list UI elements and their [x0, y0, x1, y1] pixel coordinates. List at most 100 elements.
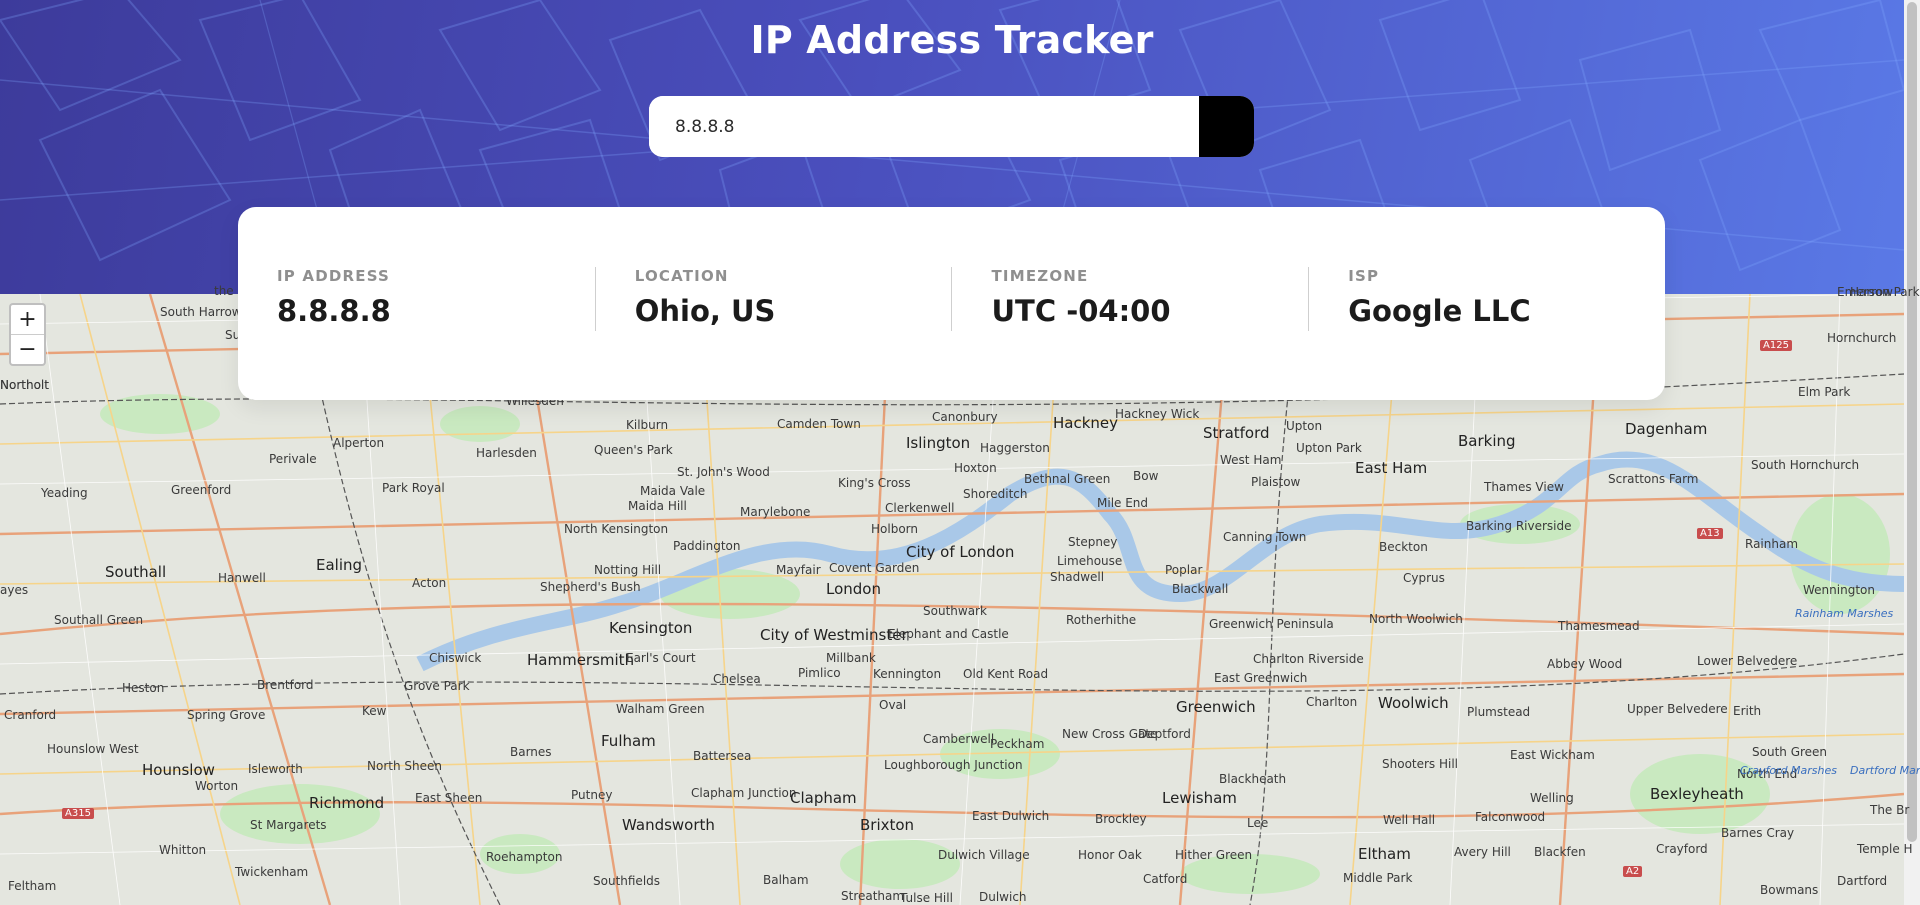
- map-place-label: Barking Riverside: [1466, 519, 1572, 533]
- search-submit-button[interactable]: [1199, 96, 1254, 157]
- map-place-label: Wennington: [1803, 583, 1875, 597]
- map-place-label: Haggerston: [980, 441, 1050, 455]
- map-place-label: Eltham: [1358, 845, 1411, 863]
- map-place-label: Honor Oak: [1078, 848, 1142, 862]
- map-place-label: Greenwich: [1176, 698, 1256, 716]
- road-number-label: A315: [62, 808, 94, 819]
- map-place-label: Woolwich: [1378, 694, 1449, 712]
- map-place-label: Southall Green: [54, 613, 144, 627]
- map-place-label: St. John's Wood: [677, 465, 770, 479]
- map-place-label: Feltham: [8, 879, 57, 893]
- map-place-label: East Sheen: [415, 791, 483, 805]
- map-place-label: Bow: [1133, 469, 1159, 483]
- map-place-label: Upper Belvedere: [1627, 702, 1728, 716]
- map-place-label: Catford: [1143, 872, 1188, 886]
- map-place-label: Thames View: [1484, 480, 1564, 494]
- ip-search-form: [649, 96, 1254, 157]
- map-place-label: Dartford: [1837, 874, 1888, 888]
- map-place-label: Millbank: [826, 651, 876, 665]
- map-place-label: Mile End: [1097, 496, 1149, 510]
- map-place-label: Blackheath: [1219, 772, 1287, 786]
- map-place-label: Balham: [763, 873, 809, 887]
- map-place-label: Barnes Cray: [1721, 826, 1795, 840]
- map-place-label: South Hornchurch: [1751, 458, 1860, 472]
- map-place-label: Canning Town: [1223, 530, 1307, 544]
- isp-label: ISP: [1348, 267, 1380, 285]
- map-place-label: Blackfen: [1534, 845, 1586, 859]
- map-place-label: Northolt: [0, 378, 49, 392]
- map-place-label: South Green: [1752, 745, 1828, 759]
- map-place-label: Hounslow: [142, 761, 215, 779]
- map-place-label: Oval: [879, 698, 907, 712]
- map-place-label: Bethnal Green: [1024, 472, 1111, 486]
- location-label: LOCATION: [634, 267, 729, 285]
- map-place-label: Heston: [122, 681, 165, 695]
- map-place-label: Perivale: [269, 452, 317, 466]
- map-place-label: Queen's Park: [594, 443, 673, 457]
- location-section: LOCATION Ohio, US: [594, 267, 952, 331]
- zoom-out-button[interactable]: −: [11, 334, 44, 364]
- isp-section: ISP Google LLC: [1308, 267, 1665, 331]
- map-place-label: Southfields: [593, 874, 661, 888]
- map-place-label: Cyprus: [1403, 571, 1445, 585]
- map-place-label: Well Hall: [1383, 813, 1436, 827]
- scrollbar-thumb[interactable]: [1907, 2, 1917, 842]
- map-place-label: Avery Hill: [1454, 845, 1511, 859]
- map-place-label: Hackney: [1053, 414, 1119, 432]
- map-place-label: Park Royal: [382, 481, 445, 495]
- map-place-label: Charlton Riverside: [1253, 652, 1364, 666]
- map-place-label: Clapham Junction: [691, 786, 797, 800]
- map-place-label: Thamesmead: [1558, 619, 1640, 633]
- map-place-label: Beckton: [1379, 540, 1428, 554]
- map-place-label: London: [826, 580, 881, 598]
- map-place-label: Richmond: [309, 794, 385, 812]
- zoom-in-button[interactable]: +: [11, 305, 44, 334]
- ip-address-label: IP ADDRESS: [277, 267, 391, 285]
- map-place-label: Kennington: [873, 667, 942, 681]
- map-place-label: Upton Park: [1296, 441, 1362, 455]
- chevron-right-icon: [649, 96, 1254, 157]
- map-place-label: Acton: [412, 576, 447, 590]
- map-place-label: Crayford: [1656, 842, 1708, 856]
- map-place-label: Canonbury: [932, 410, 998, 424]
- map-place-label: Crayford Marshes: [1740, 764, 1838, 777]
- map-place-label: East Wickham: [1510, 748, 1595, 762]
- map-place-label: Clerkenwell: [885, 501, 955, 515]
- map-place-label: Temple H: [1857, 842, 1913, 856]
- map-place-label: Whitton: [159, 843, 207, 857]
- map-place-label: East Dulwich: [972, 809, 1050, 823]
- timezone-label: TIMEZONE: [991, 267, 1089, 285]
- map-place-label: Paddington: [673, 539, 741, 553]
- map-place-label: West Ham: [1220, 453, 1282, 467]
- map-place-label: Hackney Wick: [1115, 407, 1200, 421]
- map-place-label: Holborn: [871, 522, 918, 536]
- map-place-label: Loughborough Junction: [884, 758, 1023, 772]
- map-place-label: Hanwell: [218, 571, 266, 585]
- map-place-label: Chelsea: [713, 672, 761, 686]
- map-place-label: Streatham: [841, 889, 905, 903]
- map-place-label: Shadwell: [1050, 570, 1105, 584]
- map-place-label: Maida Hill: [628, 499, 687, 513]
- map-place-label: Hammersmith: [527, 651, 635, 669]
- map-place-label: King's Cross: [838, 476, 911, 490]
- map-place-label: Middle Park: [1343, 871, 1413, 885]
- map-place-label: Brixton: [860, 816, 915, 834]
- map-place-label: Dulwich Village: [938, 848, 1030, 862]
- map-place-label: Yeading: [41, 486, 88, 500]
- map-place-label: Falconwood: [1475, 810, 1546, 824]
- location-value: Ohio, US: [634, 294, 776, 328]
- map-place-label: Hounslow West: [47, 742, 139, 756]
- map-place-label: Alperton: [333, 436, 385, 450]
- road-number-label: A2: [1623, 866, 1643, 877]
- map-place-label: Upton: [1286, 419, 1323, 433]
- map-place-label: East Ham: [1355, 459, 1428, 477]
- map-place-label: Grove Park: [404, 679, 470, 693]
- map-place-label: Blackwall: [1172, 582, 1229, 596]
- map-place-label: Old Kent Road: [963, 667, 1049, 681]
- map-place-label: Shooters Hill: [1382, 757, 1459, 771]
- map-place-label: North Sheen: [367, 759, 442, 773]
- timezone-value: UTC -04:00: [991, 294, 1171, 328]
- map-place-label: Plaistow: [1251, 475, 1301, 489]
- map-place-label: Spring Grove: [187, 708, 266, 722]
- map-place-label: Fulham: [601, 732, 656, 750]
